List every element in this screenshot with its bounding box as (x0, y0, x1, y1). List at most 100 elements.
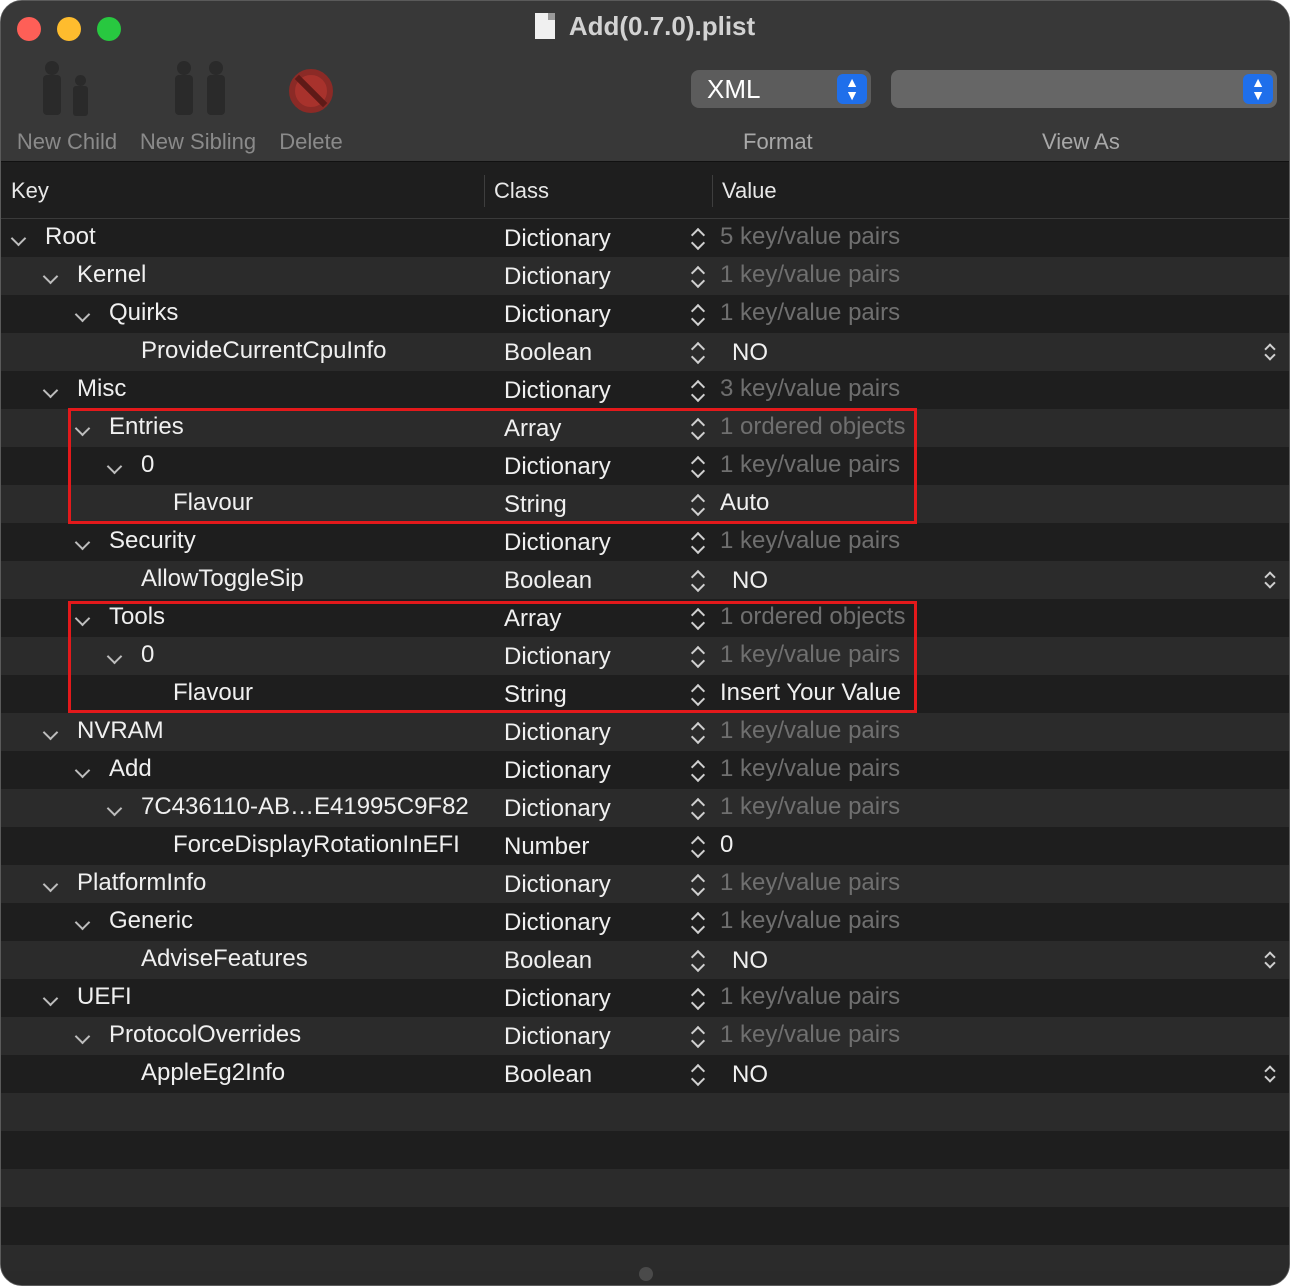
row-class[interactable]: Boolean (504, 339, 592, 367)
column-header-key[interactable]: Key (11, 163, 49, 219)
class-stepper-icon[interactable] (689, 719, 707, 747)
row-value[interactable]: NO (732, 567, 768, 595)
row-key[interactable]: AllowToggleSip (141, 565, 304, 593)
outline-row[interactable]: PlatformInfo Dictionary 1 key/value pairs (1, 865, 1289, 903)
row-key[interactable]: PlatformInfo (77, 869, 206, 897)
outline-row[interactable]: Add Dictionary 1 key/value pairs (1, 751, 1289, 789)
outline-row[interactable]: Security Dictionary 1 key/value pairs (1, 523, 1289, 561)
class-stepper-icon[interactable] (689, 339, 707, 367)
outline-row[interactable]: 7C436110-AB…E41995C9F82 Dictionary 1 key/v… (1, 789, 1289, 827)
class-stepper-icon[interactable] (689, 985, 707, 1013)
class-stepper-icon[interactable] (689, 757, 707, 785)
boolean-popup-arrows-icon[interactable] (1263, 949, 1277, 971)
format-select[interactable]: XML ▲ ▼ (691, 70, 871, 108)
outline-row[interactable]: ProvideCurrentCpuInfo Boolean NO (1, 333, 1289, 371)
disclosure-chevron-icon[interactable] (75, 761, 91, 777)
row-key[interactable]: AppleEg2Info (141, 1059, 285, 1087)
class-stepper-icon[interactable] (689, 871, 707, 899)
column-header-value[interactable]: Value (722, 163, 777, 219)
row-class[interactable]: Boolean (504, 947, 592, 975)
row-key[interactable]: 7C436110-AB…E41995C9F82 (141, 793, 469, 821)
parent-person-body (43, 75, 61, 115)
disclosure-chevron-icon[interactable] (43, 723, 59, 739)
row-class[interactable]: Dictionary (504, 719, 611, 747)
disclosure-chevron-icon[interactable] (43, 989, 59, 1005)
outline-row[interactable]: Kernel Dictionary 1 key/value pairs (1, 257, 1289, 295)
row-key[interactable]: ForceDisplayRotationInEFI (173, 831, 460, 859)
disclosure-chevron-icon[interactable] (75, 1027, 91, 1043)
row-key[interactable]: AdviseFeatures (141, 945, 308, 973)
resize-handle[interactable] (639, 1267, 653, 1281)
class-stepper-icon[interactable] (689, 225, 707, 253)
delete-label: Delete (279, 129, 343, 154)
class-stepper-icon[interactable] (689, 909, 707, 937)
column-header-class[interactable]: Class (494, 163, 549, 219)
outline-row[interactable]: ProtocolOverrides Dictionary 1 key/value p… (1, 1017, 1289, 1055)
row-key[interactable]: NVRAM (77, 717, 164, 745)
disclosure-chevron-icon[interactable] (107, 799, 123, 815)
row-class[interactable]: Dictionary (504, 529, 611, 557)
row-key[interactable]: Security (109, 527, 196, 555)
class-stepper-icon[interactable] (689, 377, 707, 405)
row-value: 1 key/value pairs (720, 869, 901, 896)
row-key[interactable]: Kernel (77, 261, 146, 289)
disclosure-chevron-icon[interactable] (43, 267, 59, 283)
row-key[interactable]: ProvideCurrentCpuInfo (141, 337, 386, 365)
outline-row[interactable]: AppleEg2Info Boolean NO (1, 1055, 1289, 1093)
outline-row[interactable]: Quirks Dictionary 1 key/value pairs (1, 295, 1289, 333)
disclosure-chevron-icon[interactable] (75, 533, 91, 549)
class-stepper-icon[interactable] (689, 833, 707, 861)
class-stepper-icon[interactable] (689, 567, 707, 595)
row-class[interactable]: Dictionary (504, 263, 611, 291)
row-class[interactable]: Dictionary (504, 795, 611, 823)
row-key[interactable]: Quirks (109, 299, 178, 327)
row-value[interactable]: NO (732, 339, 768, 367)
column-divider[interactable] (712, 175, 713, 207)
class-stepper-icon[interactable] (689, 1023, 707, 1051)
row-key[interactable]: UEFI (77, 983, 132, 1011)
outline-row[interactable]: ForceDisplayRotationInEFI Number 0 (1, 827, 1289, 865)
class-stepper-icon[interactable] (689, 529, 707, 557)
row-key[interactable]: Generic (109, 907, 193, 935)
row-value[interactable]: 0 (720, 831, 733, 859)
outline-row[interactable]: Generic Dictionary 1 key/value pairs (1, 903, 1289, 941)
outline-row[interactable]: Misc Dictionary 3 key/value pairs (1, 371, 1289, 409)
row-class[interactable]: Dictionary (504, 909, 611, 937)
disclosure-chevron-icon[interactable] (75, 305, 91, 321)
outline-row[interactable]: AllowToggleSip Boolean NO (1, 561, 1289, 599)
row-class[interactable]: Number (504, 833, 589, 861)
outline-row[interactable]: Root Dictionary 5 key/value pairs (1, 219, 1289, 257)
boolean-popup-arrows-icon[interactable] (1263, 569, 1277, 591)
outline-row[interactable]: AdviseFeatures Boolean NO (1, 941, 1289, 979)
outline-row[interactable]: UEFI Dictionary 1 key/value pairs (1, 979, 1289, 1017)
row-class[interactable]: Dictionary (504, 377, 611, 405)
row-class[interactable]: Dictionary (504, 301, 611, 329)
row-class[interactable]: Dictionary (504, 1023, 611, 1051)
class-stepper-icon[interactable] (689, 947, 707, 975)
boolean-popup-arrows-icon[interactable] (1263, 341, 1277, 363)
row-key[interactable]: Root (45, 223, 96, 251)
column-divider[interactable] (484, 175, 485, 207)
class-stepper-icon[interactable] (689, 263, 707, 291)
row-class[interactable]: Dictionary (504, 225, 611, 253)
class-stepper-icon[interactable] (689, 795, 707, 823)
disclosure-chevron-icon[interactable] (43, 875, 59, 891)
row-key[interactable]: Add (109, 755, 152, 783)
row-class[interactable]: Dictionary (504, 871, 611, 899)
row-class[interactable]: Dictionary (504, 757, 611, 785)
boolean-popup-arrows-icon[interactable] (1263, 1063, 1277, 1085)
disclosure-chevron-icon[interactable] (11, 229, 27, 245)
class-stepper-icon[interactable] (689, 301, 707, 329)
row-value[interactable]: NO (732, 947, 768, 975)
row-key[interactable]: ProtocolOverrides (109, 1021, 301, 1049)
outline-row[interactable]: NVRAM Dictionary 1 key/value pairs (1, 713, 1289, 751)
disclosure-chevron-icon[interactable] (43, 381, 59, 397)
row-class[interactable]: Dictionary (504, 985, 611, 1013)
class-stepper-icon[interactable] (689, 1061, 707, 1089)
row-class[interactable]: Boolean (504, 567, 592, 595)
row-class[interactable]: Boolean (504, 1061, 592, 1089)
view-as-select[interactable]: ▲ ▼ (891, 70, 1277, 108)
row-key[interactable]: Misc (77, 375, 126, 403)
row-value[interactable]: NO (732, 1061, 768, 1089)
disclosure-chevron-icon[interactable] (75, 913, 91, 929)
